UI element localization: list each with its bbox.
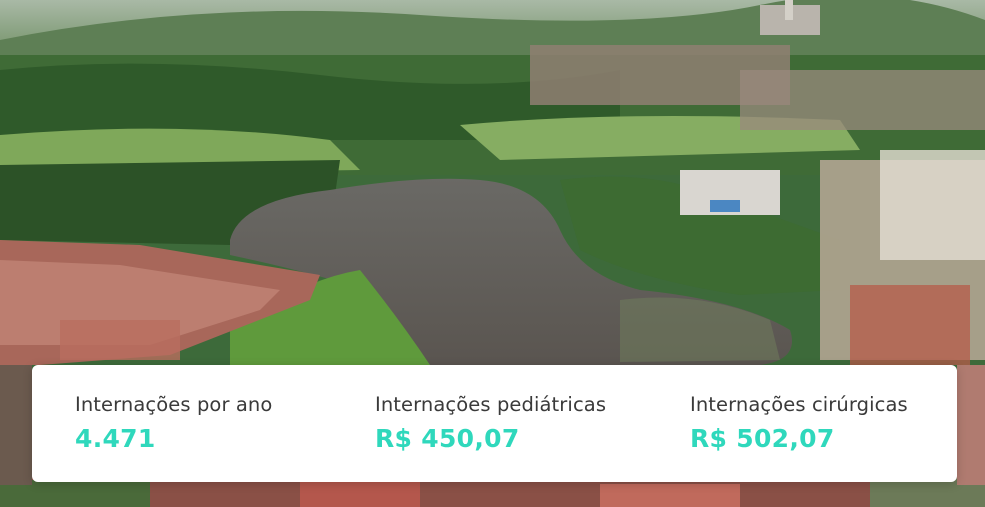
stats-card: Internações por ano 4.471 Internações pe… bbox=[32, 365, 957, 482]
stat-value: 4.471 bbox=[75, 424, 156, 453]
stat-value: R$ 502,07 bbox=[690, 424, 835, 453]
stat-value: R$ 450,07 bbox=[375, 424, 520, 453]
stat-label: Internações por ano bbox=[75, 393, 273, 416]
stat-label: Internações pediátricas bbox=[375, 393, 607, 416]
stat-label: Internações cirúrgicas bbox=[690, 393, 908, 416]
